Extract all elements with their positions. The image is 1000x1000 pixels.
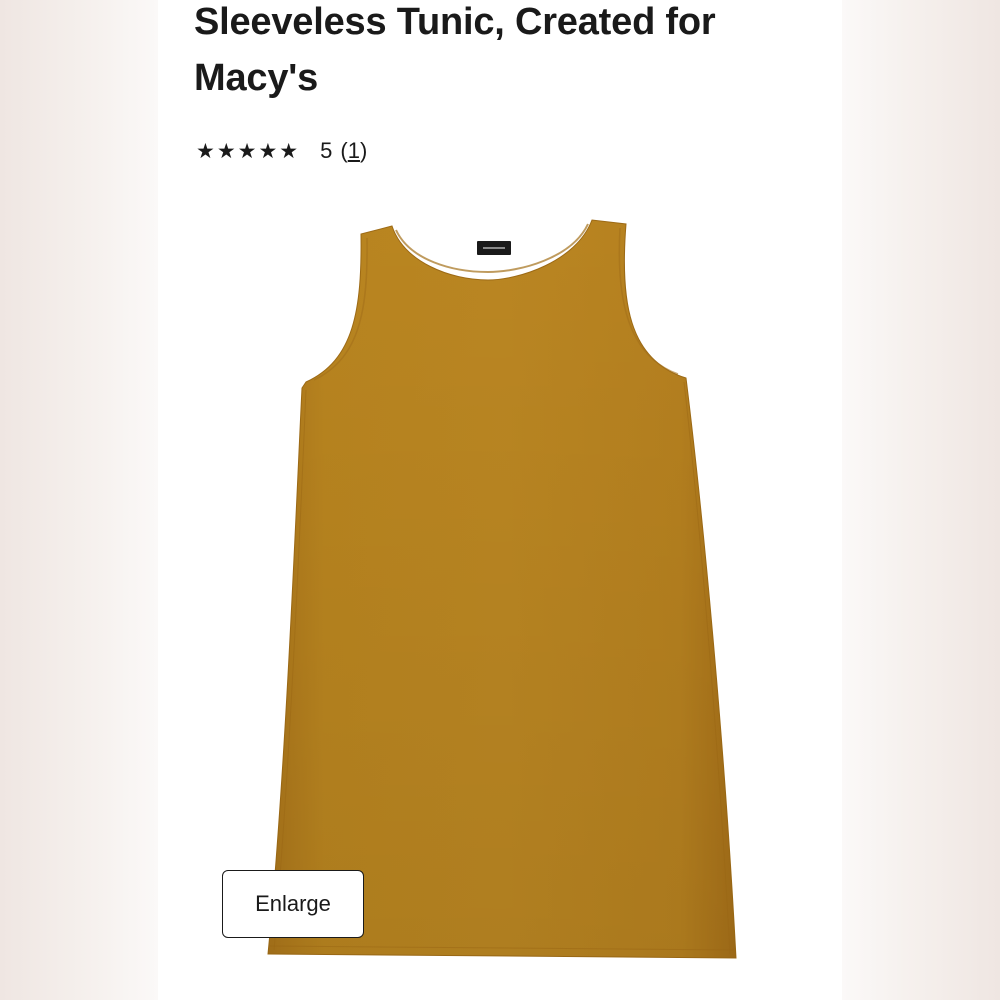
review-count-open-paren: ( — [340, 138, 348, 163]
page-frame: Sleeveless Tunic, Created for Macy's ★★★… — [0, 0, 1000, 1000]
product-panel: Sleeveless Tunic, Created for Macy's ★★★… — [158, 0, 842, 1000]
review-count-close-paren: ) — [359, 138, 368, 163]
right-backdrop — [842, 0, 1000, 1000]
enlarge-button[interactable]: Enlarge — [222, 870, 364, 938]
star-rating-icon: ★★★★★ — [196, 139, 301, 163]
left-backdrop — [0, 0, 158, 1000]
review-count-link[interactable]: 1 — [348, 138, 360, 163]
product-title: Sleeveless Tunic, Created for Macy's — [194, 1, 716, 99]
review-count-wrapper: (1) — [340, 138, 367, 164]
rating-score: 5 — [320, 138, 333, 163]
rating-summary: ★★★★★ 5 (1) — [196, 138, 367, 164]
